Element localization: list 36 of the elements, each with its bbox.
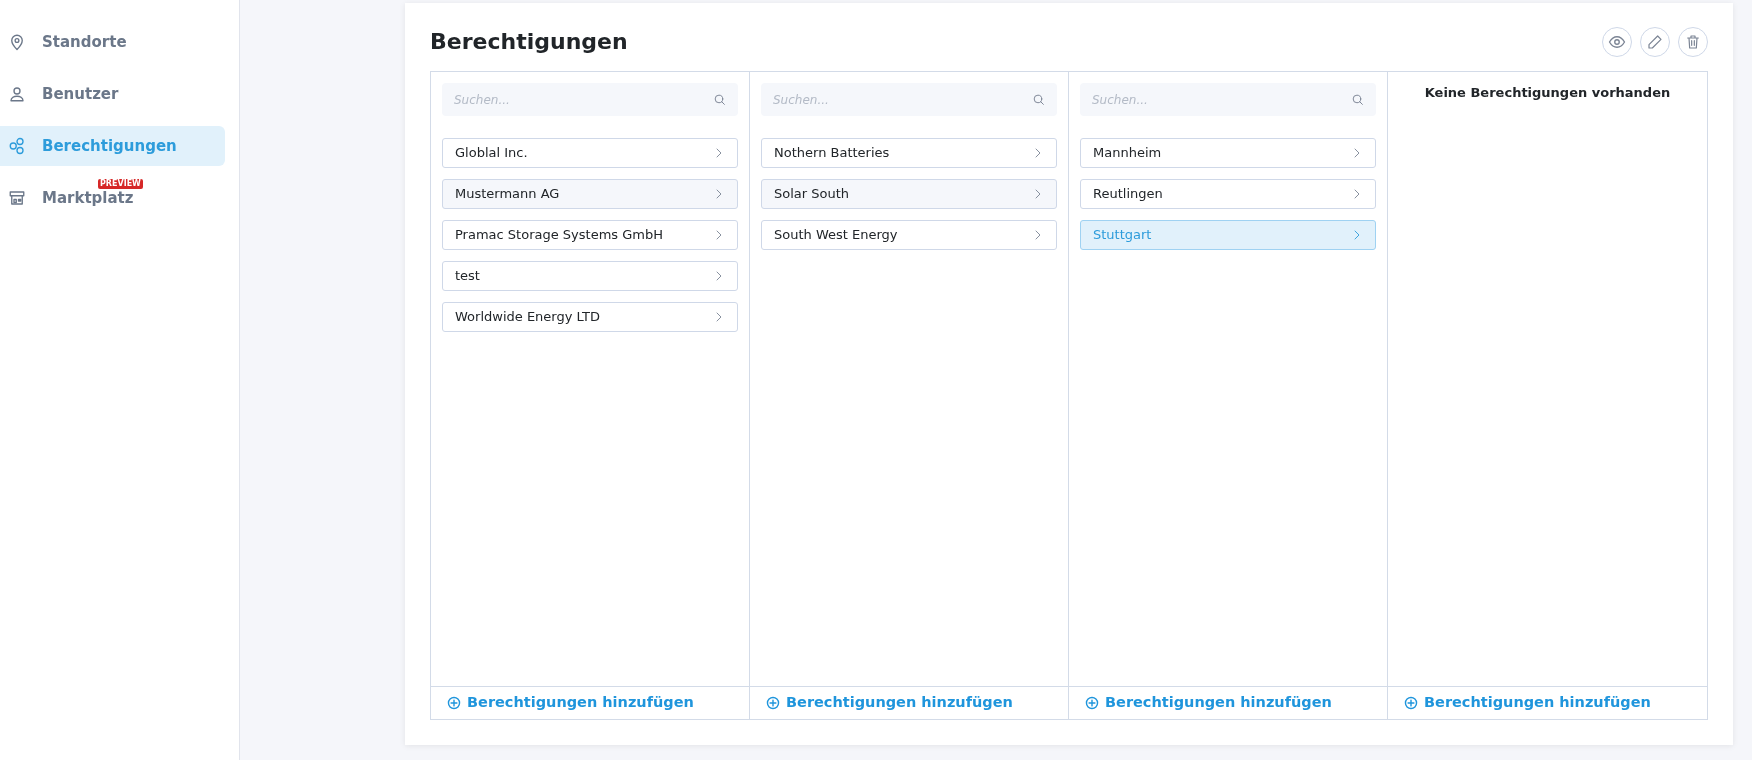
edit-button[interactable]: [1640, 27, 1670, 57]
list-item[interactable]: Mustermann AG: [442, 179, 738, 209]
sidebar-item[interactable]: Standorte: [0, 22, 225, 62]
plus-circle-icon: [447, 696, 461, 710]
list-item[interactable]: Nothern Batteries: [761, 138, 1057, 168]
list-item[interactable]: Reutlingen: [1080, 179, 1376, 209]
trash-icon: [1685, 34, 1701, 50]
eye-icon: [1608, 33, 1626, 51]
sidebar-item[interactable]: Benutzer: [0, 74, 225, 114]
list-item[interactable]: Worldwide Energy LTD: [442, 302, 738, 332]
search-icon: [1351, 93, 1364, 106]
search-field[interactable]: Suchen...: [761, 83, 1057, 116]
list-item[interactable]: test: [442, 261, 738, 291]
panel-title: Berechtigungen: [430, 28, 628, 56]
list-item[interactable]: Pramac Storage Systems GmbH: [442, 220, 738, 250]
list-item[interactable]: South West Energy: [761, 220, 1057, 250]
empty-message: Keine Berechtigungen vorhanden: [1423, 84, 1672, 102]
view-button[interactable]: [1602, 27, 1632, 57]
search-field[interactable]: Suchen...: [1080, 83, 1376, 116]
delete-button[interactable]: [1678, 27, 1708, 57]
search-icon: [713, 93, 726, 106]
plus-circle-icon: [1085, 696, 1099, 710]
search-icon: [1032, 93, 1045, 106]
preview-tag: PREVIEW: [98, 179, 143, 189]
circles-icon: [8, 137, 26, 155]
storefront-icon: [8, 189, 26, 207]
search-field[interactable]: Suchen...: [442, 83, 738, 116]
plus-circle-icon: [766, 696, 780, 710]
sidebar-item[interactable]: PREVIEW Marktplatz: [0, 178, 225, 218]
list-item[interactable]: Solar South: [761, 179, 1057, 209]
list-item[interactable]: Globlal Inc.: [442, 138, 738, 168]
pencil-icon: [1647, 34, 1663, 50]
plus-circle-icon: [1404, 696, 1418, 710]
person-icon: [8, 85, 26, 103]
location-pin-icon: [8, 32, 26, 52]
list-item[interactable]: Mannheim: [1080, 138, 1376, 168]
